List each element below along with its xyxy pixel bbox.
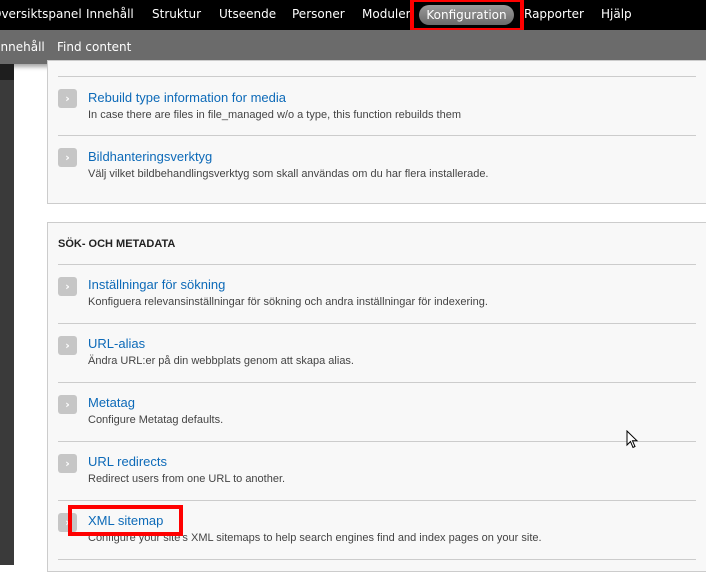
chevron-right-icon: › bbox=[58, 277, 77, 296]
toolbar-item-moduler[interactable]: Moduler bbox=[362, 7, 411, 21]
toolbar-item-struktur[interactable]: Struktur bbox=[152, 7, 201, 21]
divider bbox=[58, 264, 696, 265]
toolbar-item-personer[interactable]: Personer bbox=[292, 7, 345, 21]
description: Configure Metatag defaults. bbox=[88, 414, 224, 426]
description: In case there are files in file_managed … bbox=[88, 109, 461, 121]
shortcuts-bar: Innehåll Find content bbox=[0, 30, 706, 64]
link-url-alias[interactable]: URL-alias bbox=[88, 336, 145, 351]
divider bbox=[58, 76, 696, 77]
link-url-redirects[interactable]: URL redirects bbox=[88, 454, 167, 469]
highlight-box-konfiguration bbox=[410, 0, 524, 32]
shortcut-innehall[interactable]: Innehåll bbox=[0, 40, 45, 54]
toolbar-item-utseende[interactable]: Utseende bbox=[219, 7, 276, 21]
divider bbox=[58, 382, 696, 383]
toolbar-item-rapporter[interactable]: Rapporter bbox=[524, 7, 584, 21]
panel-heading: SÖK- OCH METADATA bbox=[58, 238, 176, 250]
chevron-right-icon: › bbox=[58, 454, 77, 473]
chevron-right-icon: › bbox=[58, 395, 77, 414]
toolbar-item-innehall[interactable]: Innehåll bbox=[86, 7, 134, 21]
divider bbox=[58, 323, 696, 324]
divider bbox=[58, 559, 696, 560]
link-metatag[interactable]: Metatag bbox=[88, 395, 135, 410]
description: Välj vilket bildbehandlingsverktyg som s… bbox=[88, 168, 489, 180]
description: Konfiguera relevansinställningar för sök… bbox=[88, 296, 488, 308]
link-rebuild-type-information[interactable]: Rebuild type information for media bbox=[88, 90, 286, 105]
divider bbox=[58, 500, 696, 501]
chevron-right-icon: › bbox=[58, 89, 77, 108]
shortcut-find-content[interactable]: Find content bbox=[57, 40, 131, 54]
left-sidebar bbox=[0, 64, 14, 565]
chevron-right-icon: › bbox=[58, 336, 77, 355]
chevron-right-icon: › bbox=[58, 148, 77, 167]
link-search-settings[interactable]: Inställningar för sökning bbox=[88, 277, 225, 292]
toolbar-item-hjalp[interactable]: Hjälp bbox=[601, 7, 632, 21]
highlight-box-xml-sitemap bbox=[68, 505, 183, 536]
link-bildhanteringsverktyg[interactable]: Bildhanteringsverktyg bbox=[88, 149, 212, 164]
description: Redirect users from one URL to another. bbox=[88, 473, 286, 485]
toolbar-item-oversiktspanel[interactable]: Översiktspanel bbox=[0, 7, 82, 21]
admin-toolbar: Översiktspanel Innehåll Struktur Utseend… bbox=[0, 0, 706, 30]
admin-panel-media: › Rebuild type information for media In … bbox=[47, 60, 706, 204]
divider bbox=[58, 135, 696, 136]
divider bbox=[58, 441, 696, 442]
description: Ändra URL:er på din webbplats genom att … bbox=[88, 355, 354, 367]
mouse-cursor-icon bbox=[626, 430, 639, 449]
left-sidebar-top bbox=[0, 64, 14, 80]
